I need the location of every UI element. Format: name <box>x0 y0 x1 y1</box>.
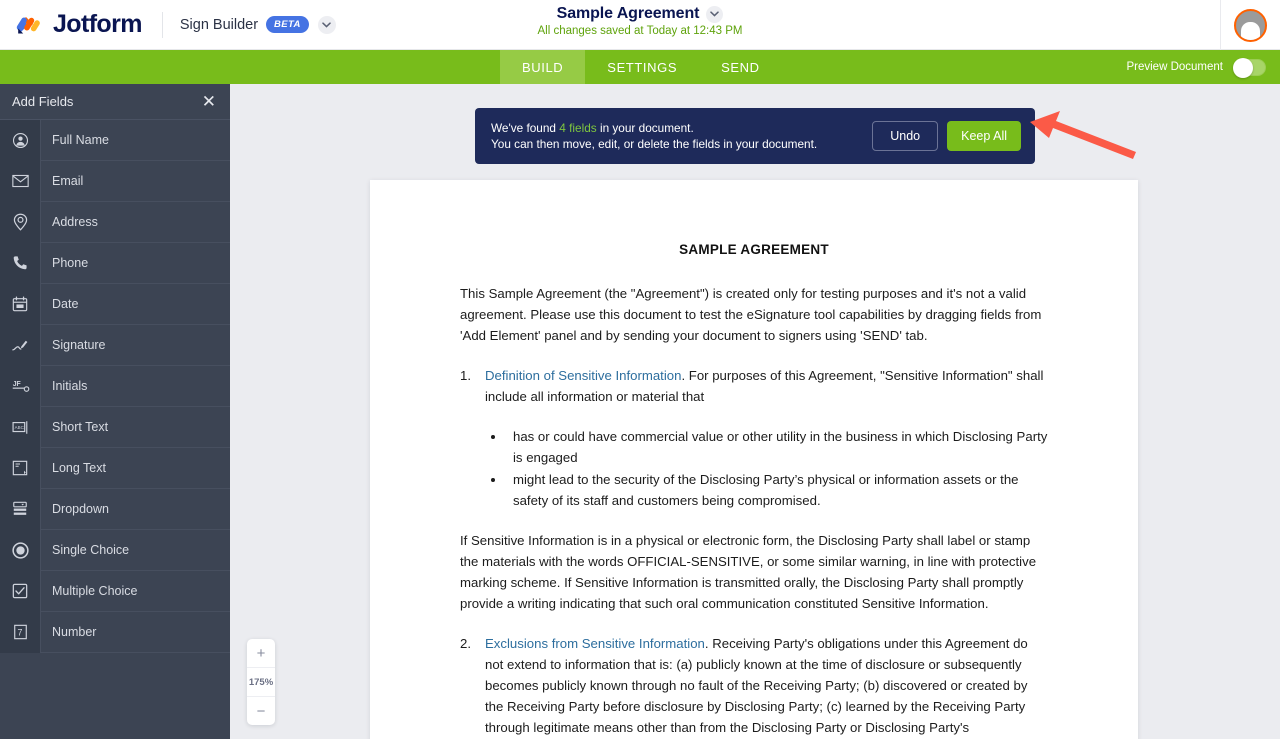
clause-1-bullet-list: has or could have commercial value or ot… <box>460 426 1048 511</box>
title-chevron-down-icon[interactable] <box>706 5 724 23</box>
checkbox-icon <box>0 570 41 612</box>
fields-found-banner: We've found 4 fields in your document. Y… <box>475 108 1035 164</box>
banner-actions: Undo Keep All <box>872 121 1021 151</box>
tab-send[interactable]: SEND <box>699 50 782 84</box>
plus-icon[interactable]: + <box>247 639 275 667</box>
minus-icon[interactable]: − <box>247 697 275 725</box>
keep-all-button[interactable]: Keep All <box>947 121 1021 151</box>
sidebar-title: Add Fields <box>12 94 74 109</box>
sidebar-item-label: Multiple Choice <box>52 584 138 598</box>
map-pin-icon <box>0 201 41 243</box>
sidebar-item-signature[interactable]: Signature <box>0 324 230 366</box>
zoom-control[interactable]: + 175% − <box>247 639 275 725</box>
number-icon: 7 <box>0 611 41 653</box>
sidebar-item-label: Phone <box>52 256 89 270</box>
preview-document-control[interactable]: Preview Document <box>1126 50 1280 84</box>
envelope-icon <box>0 160 41 202</box>
calendar-icon <box>0 283 41 325</box>
sidebar-item-label: Signature <box>52 338 106 352</box>
phone-icon <box>0 242 41 284</box>
sidebar-item-label: Email <box>52 174 84 188</box>
svg-text:7: 7 <box>17 628 22 638</box>
sidebar-item-label: Dropdown <box>52 502 109 516</box>
tab-build[interactable]: BUILD <box>500 50 586 84</box>
document-heading: SAMPLE AGREEMENT <box>679 242 829 257</box>
nav-tabs: BUILD SETTINGS SEND <box>500 50 782 84</box>
list-item: has or could have commercial value or ot… <box>506 426 1048 468</box>
list-item: might lead to the security of the Disclo… <box>506 469 1048 511</box>
sidebar-item-label: Long Text <box>52 461 106 475</box>
sidebar-item-long-text[interactable]: Long Text <box>0 447 230 489</box>
save-status: All changes saved at Today at 12:43 PM <box>537 25 743 37</box>
sidebar-item-label: Full Name <box>52 133 109 147</box>
clause-1-number: 1. <box>460 368 471 383</box>
pen-signature-icon <box>0 324 41 366</box>
clause-2: 2. Exclusions from Sensitive Information… <box>460 633 1048 739</box>
document-intro-paragraph: This Sample Agreement (the "Agreement") … <box>460 286 1042 343</box>
sidebar-item-address[interactable]: Address <box>0 201 230 243</box>
main-nav-bar: BUILD SETTINGS SEND Preview Document <box>0 50 1280 84</box>
sidebar-item-phone[interactable]: Phone <box>0 242 230 284</box>
banner-line2: You can then move, edit, or delete the f… <box>491 137 818 151</box>
document-paragraph-2: If Sensitive Information is in a physica… <box>460 533 1037 611</box>
zoom-level-label: 175% <box>248 676 274 688</box>
toggle-knob <box>1233 57 1253 78</box>
top-bar: Jotform Sign Builder BETA Sample Agreeme… <box>0 0 1280 50</box>
avatar[interactable] <box>1220 0 1280 50</box>
sidebar-item-initials[interactable]: JF Initials <box>0 365 230 407</box>
sidebar-item-full-name[interactable]: Full Name <box>0 119 230 161</box>
preview-document-toggle[interactable] <box>1233 57 1266 78</box>
initials-icon: JF <box>0 365 41 407</box>
sidebar-item-label: Initials <box>52 379 88 393</box>
clause-2-link[interactable]: Exclusions from Sensitive Information <box>485 636 705 651</box>
sidebar-item-number[interactable]: 7 Number <box>0 611 230 653</box>
banner-line1-post: in your document. <box>596 121 694 135</box>
dropdown-icon <box>0 488 41 530</box>
red-arrow-pointing-left <box>1030 111 1136 159</box>
user-circle-icon <box>0 119 41 161</box>
sidebar-item-multiple-choice[interactable]: Multiple Choice <box>0 570 230 612</box>
sidebar-item-label: Address <box>52 215 98 229</box>
svg-text:JF: JF <box>12 381 20 388</box>
sidebar-header: Add Fields ✕ <box>0 84 230 120</box>
sidebar-item-date[interactable]: Date <box>0 283 230 325</box>
add-fields-sidebar: Add Fields ✕ Full Name Email Address Pho… <box>0 84 230 739</box>
svg-text:ABC: ABC <box>14 424 24 429</box>
long-text-icon <box>0 447 41 489</box>
sidebar-item-label: Short Text <box>52 420 109 434</box>
sidebar-item-dropdown[interactable]: Dropdown <box>0 488 230 530</box>
short-text-icon: ABC <box>0 406 41 448</box>
avatar-silhouette <box>1241 21 1260 40</box>
close-icon[interactable]: ✕ <box>202 93 216 110</box>
clause-1: 1. Definition of Sensitive Information. … <box>460 365 1048 407</box>
banner-message: We've found 4 fields in your document. Y… <box>491 120 817 152</box>
document-page[interactable]: SAMPLE AGREEMENT This Sample Agreement (… <box>370 180 1138 739</box>
sidebar-item-label: Number <box>52 625 97 639</box>
clause-2-text: . Receiving Party's obligations under th… <box>485 636 1028 735</box>
tab-settings[interactable]: SETTINGS <box>585 50 699 84</box>
preview-document-label: Preview Document <box>1126 61 1223 73</box>
undo-button[interactable]: Undo <box>872 121 939 151</box>
document-canvas[interactable]: SAMPLE AGREEMENT This Sample Agreement (… <box>230 84 1280 739</box>
clause-1-link[interactable]: Definition of Sensitive Information <box>485 368 681 383</box>
sidebar-item-label: Date <box>52 297 79 311</box>
banner-field-count: 4 fields <box>559 121 597 135</box>
banner-line1-pre: We've found <box>491 121 560 135</box>
sidebar-item-label: Single Choice <box>52 543 130 557</box>
radio-button-icon <box>0 529 41 571</box>
clause-2-number: 2. <box>460 636 471 651</box>
sidebar-item-short-text[interactable]: ABC Short Text <box>0 406 230 448</box>
sidebar-item-single-choice[interactable]: Single Choice <box>0 529 230 571</box>
sidebar-item-email[interactable]: Email <box>0 160 230 202</box>
page-title[interactable]: Sample Agreement <box>557 5 700 23</box>
